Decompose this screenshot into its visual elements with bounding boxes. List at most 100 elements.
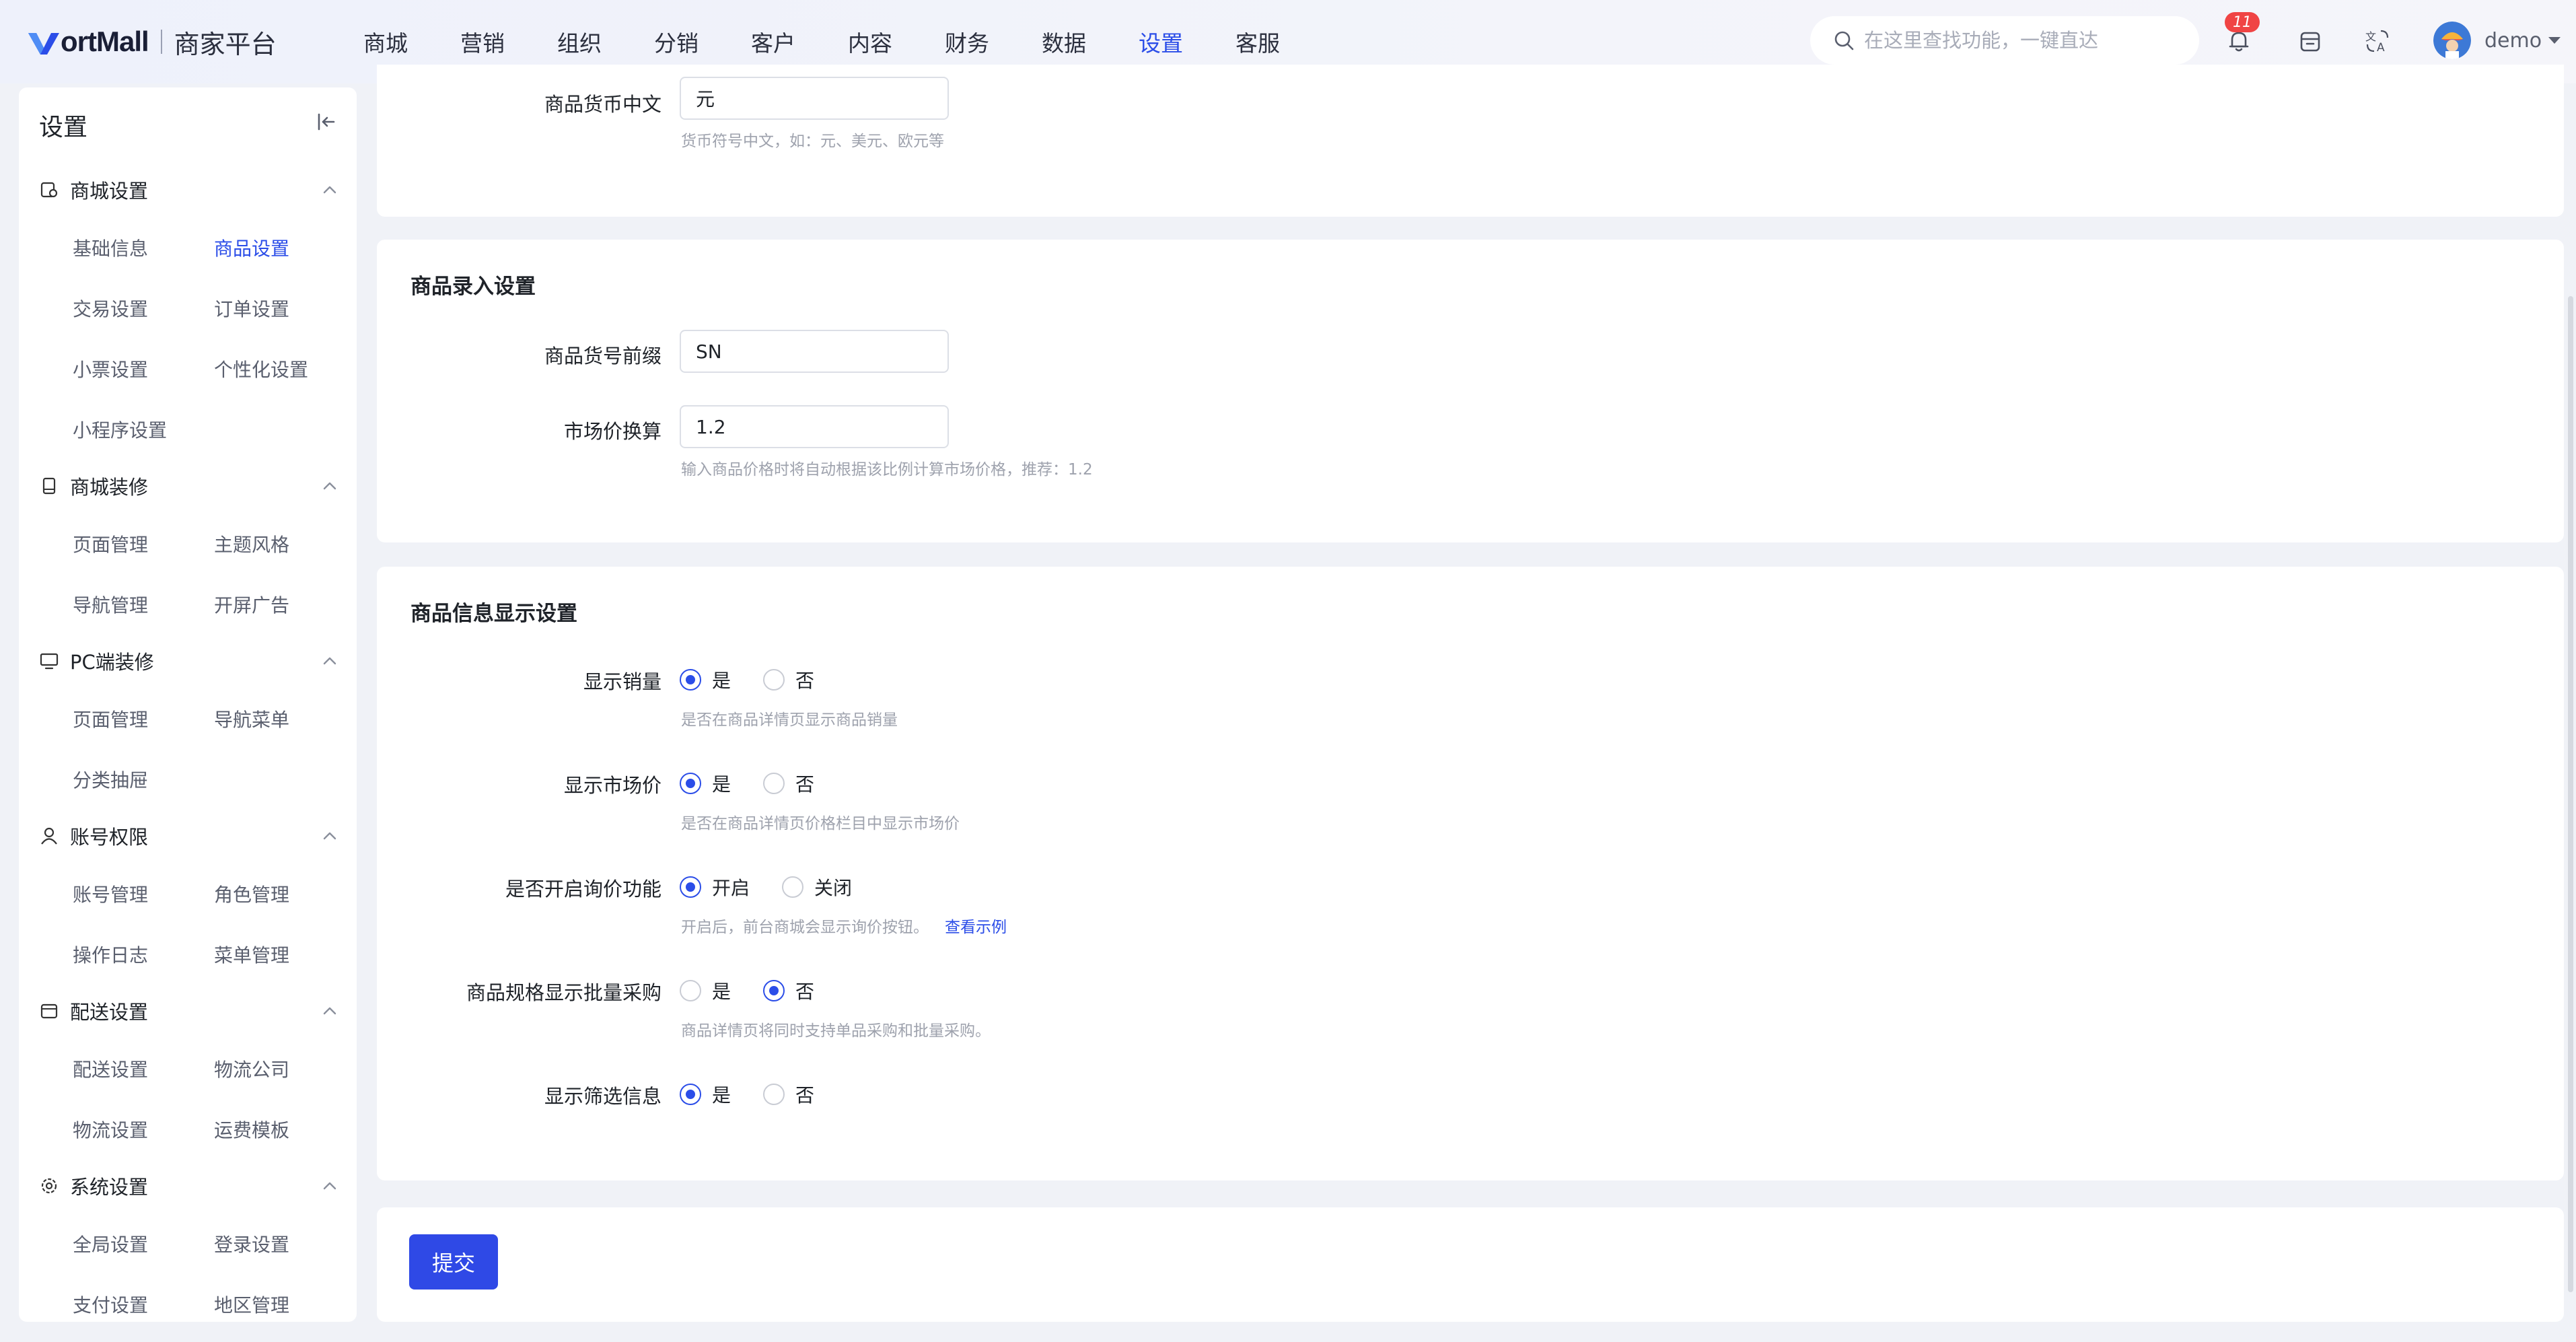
sidebar-group-account-permissions[interactable]: 账号权限 — [39, 822, 148, 849]
sidebar-group-label: 商城设置 — [70, 180, 149, 203]
sidebar-item-nav-management[interactable]: 导航管理 — [73, 591, 148, 618]
user-icon — [41, 827, 57, 845]
sidebar-item-pc-page-management[interactable]: 页面管理 — [73, 705, 148, 732]
sidebar-item-miniprogram[interactable]: 小程序设置 — [73, 416, 167, 443]
show-market-price-yes-radio[interactable]: 是 — [680, 770, 731, 797]
sidebar-item-delivery-settings[interactable]: 配送设置 — [73, 1055, 148, 1082]
sidebar-item-operation-log[interactable]: 操作日志 — [73, 941, 148, 968]
nav-item-service[interactable]: 客服 — [1236, 26, 1280, 58]
sidebar-item-page-management[interactable]: 页面管理 — [73, 530, 148, 557]
inquiry-on-radio[interactable]: 开启 — [680, 874, 750, 900]
search-input[interactable] — [1864, 29, 2187, 52]
sidebar-item-logistics-companies[interactable]: 物流公司 — [214, 1055, 289, 1082]
store-settings-icon — [40, 182, 58, 198]
sidebar-item-role-management[interactable]: 角色管理 — [214, 880, 289, 907]
sidebar-group-label: 账号权限 — [70, 826, 149, 849]
chevron-up-icon[interactable] — [320, 826, 339, 845]
market-price-ratio-label: 市场价换算 — [563, 420, 661, 443]
chevron-up-icon[interactable] — [320, 180, 339, 199]
delivery-icon — [40, 1003, 58, 1019]
sidebar-item-logistics-settings[interactable]: 物流设置 — [73, 1116, 148, 1143]
sidebar-item-basic-info[interactable]: 基础信息 — [73, 234, 148, 261]
nav-item-content[interactable]: 内容 — [848, 26, 892, 58]
sidebar-item-nav-menu[interactable]: 导航菜单 — [214, 705, 289, 732]
radio-dot — [680, 1084, 701, 1105]
sidebar-item-login-settings[interactable]: 登录设置 — [214, 1230, 289, 1257]
product-entry-settings-card: 商品录入设置 商品货号前缀 市场价换算 输入商品价格时将自动根据该比例计算市场价… — [377, 240, 2564, 542]
logo[interactable]: ortMall 商家平台 — [27, 23, 277, 61]
nav-item-customers[interactable]: 客户 — [751, 26, 795, 58]
show-market-price-hint: 是否在商品详情页价格栏目中显示市场价 — [681, 815, 960, 833]
sidebar-item-region-management[interactable]: 地区管理 — [214, 1291, 289, 1318]
radio-label: 否 — [795, 1084, 815, 1106]
inquiry-hint-text: 开启后，前台商城会显示询价按钮。 — [681, 919, 929, 936]
sidebar-item-account-management[interactable]: 账号管理 — [73, 880, 148, 907]
radio-label: 否 — [795, 981, 815, 1003]
show-market-price-no-radio[interactable]: 否 — [763, 770, 814, 797]
sidebar: 设置 商城设置 基础信息 商品设置 交易设置 订单设置 小票设置 个性化设置 小… — [19, 87, 357, 1322]
nav-item-mall[interactable]: 商城 — [363, 26, 408, 58]
sku-prefix-input[interactable] — [680, 330, 949, 373]
search-box[interactable] — [1810, 16, 2199, 65]
sidebar-group-system-settings[interactable]: 系统设置 — [39, 1172, 148, 1199]
sidebar-item-shipping-templates[interactable]: 运费模板 — [214, 1116, 289, 1143]
sidebar-item-menu-management[interactable]: 菜单管理 — [214, 941, 289, 968]
bulk-purchase-hint: 商品详情页将同时支持单品采购和批量采购。 — [681, 1022, 991, 1040]
sidebar-item-payment-settings[interactable]: 支付设置 — [73, 1291, 148, 1318]
currency-input[interactable] — [680, 77, 949, 120]
radio-dot — [763, 773, 785, 794]
system-gear-icon — [41, 1178, 57, 1194]
show-filter-yes-radio[interactable]: 是 — [680, 1081, 731, 1108]
chevron-up-icon[interactable] — [320, 1001, 339, 1020]
store-button[interactable] — [2295, 26, 2326, 57]
sidebar-item-theme-style[interactable]: 主题风格 — [214, 530, 289, 557]
show-sales-no-radio[interactable]: 否 — [763, 666, 814, 693]
nav-item-marketing[interactable]: 营销 — [460, 26, 505, 58]
radio-label: 开启 — [712, 877, 750, 899]
sidebar-item-receipt-settings[interactable]: 小票设置 — [73, 355, 148, 382]
nav-item-distribution[interactable]: 分销 — [654, 26, 699, 58]
show-sales-yes-radio[interactable]: 是 — [680, 666, 731, 693]
user-menu[interactable]: demo — [2433, 20, 2561, 61]
page-scrollbar[interactable] — [2568, 296, 2573, 1292]
chevron-up-icon[interactable] — [320, 476, 339, 495]
inquiry-off-radio[interactable]: 关闭 — [782, 874, 852, 900]
show-filter-no-radio[interactable]: 否 — [763, 1081, 814, 1108]
sidebar-item-trade-settings[interactable]: 交易设置 — [73, 295, 148, 322]
radio-label: 是 — [712, 670, 731, 692]
nav-item-data[interactable]: 数据 — [1042, 26, 1086, 58]
nav-item-organization[interactable]: 组织 — [557, 26, 602, 58]
sidebar-group-mall-settings[interactable]: 商城设置 — [39, 176, 148, 203]
radio-label: 是 — [712, 1084, 731, 1106]
sidebar-item-category-drawer[interactable]: 分类抽屉 — [73, 766, 148, 793]
radio-dot — [763, 669, 785, 691]
sidebar-group-pc-decoration[interactable]: PC端装修 — [39, 647, 154, 674]
sidebar-item-product-settings[interactable]: 商品设置 — [214, 234, 289, 261]
sidebar-title: 设置 — [39, 114, 88, 141]
sidebar-group-label: 配送设置 — [70, 1001, 149, 1024]
radio-dot — [782, 876, 803, 898]
sidebar-item-global-settings[interactable]: 全局设置 — [73, 1230, 148, 1257]
nav-item-settings[interactable]: 设置 — [1139, 26, 1183, 58]
chevron-down-icon — [2548, 37, 2561, 44]
currency-label: 商品货币中文 — [544, 93, 661, 116]
sidebar-item-splash-ad[interactable]: 开屏广告 — [214, 591, 289, 618]
sidebar-group-mall-decoration[interactable]: 商城装修 — [39, 472, 148, 499]
monitor-icon — [40, 653, 59, 670]
translate-button[interactable]: 文 A — [2362, 26, 2393, 57]
nav-item-finance[interactable]: 财务 — [945, 26, 989, 58]
chevron-up-icon[interactable] — [320, 1176, 339, 1195]
bulk-purchase-no-radio[interactable]: 否 — [763, 977, 814, 1004]
user-name: demo — [2484, 28, 2542, 52]
submit-button[interactable]: 提交 — [409, 1234, 498, 1290]
view-example-link[interactable]: 查看示例 — [945, 919, 1007, 936]
sidebar-item-personalization[interactable]: 个性化设置 — [214, 355, 308, 382]
display-card-title: 商品信息显示设置 — [410, 602, 577, 626]
bulk-purchase-yes-radio[interactable]: 是 — [680, 977, 731, 1004]
sidebar-group-delivery-settings[interactable]: 配送设置 — [39, 997, 148, 1024]
sidebar-group-label: 系统设置 — [70, 1176, 149, 1199]
sidebar-item-order-settings[interactable]: 订单设置 — [214, 295, 289, 322]
market-price-ratio-input[interactable] — [680, 405, 949, 448]
collapse-sidebar-icon[interactable] — [315, 110, 338, 133]
chevron-up-icon[interactable] — [320, 651, 339, 670]
